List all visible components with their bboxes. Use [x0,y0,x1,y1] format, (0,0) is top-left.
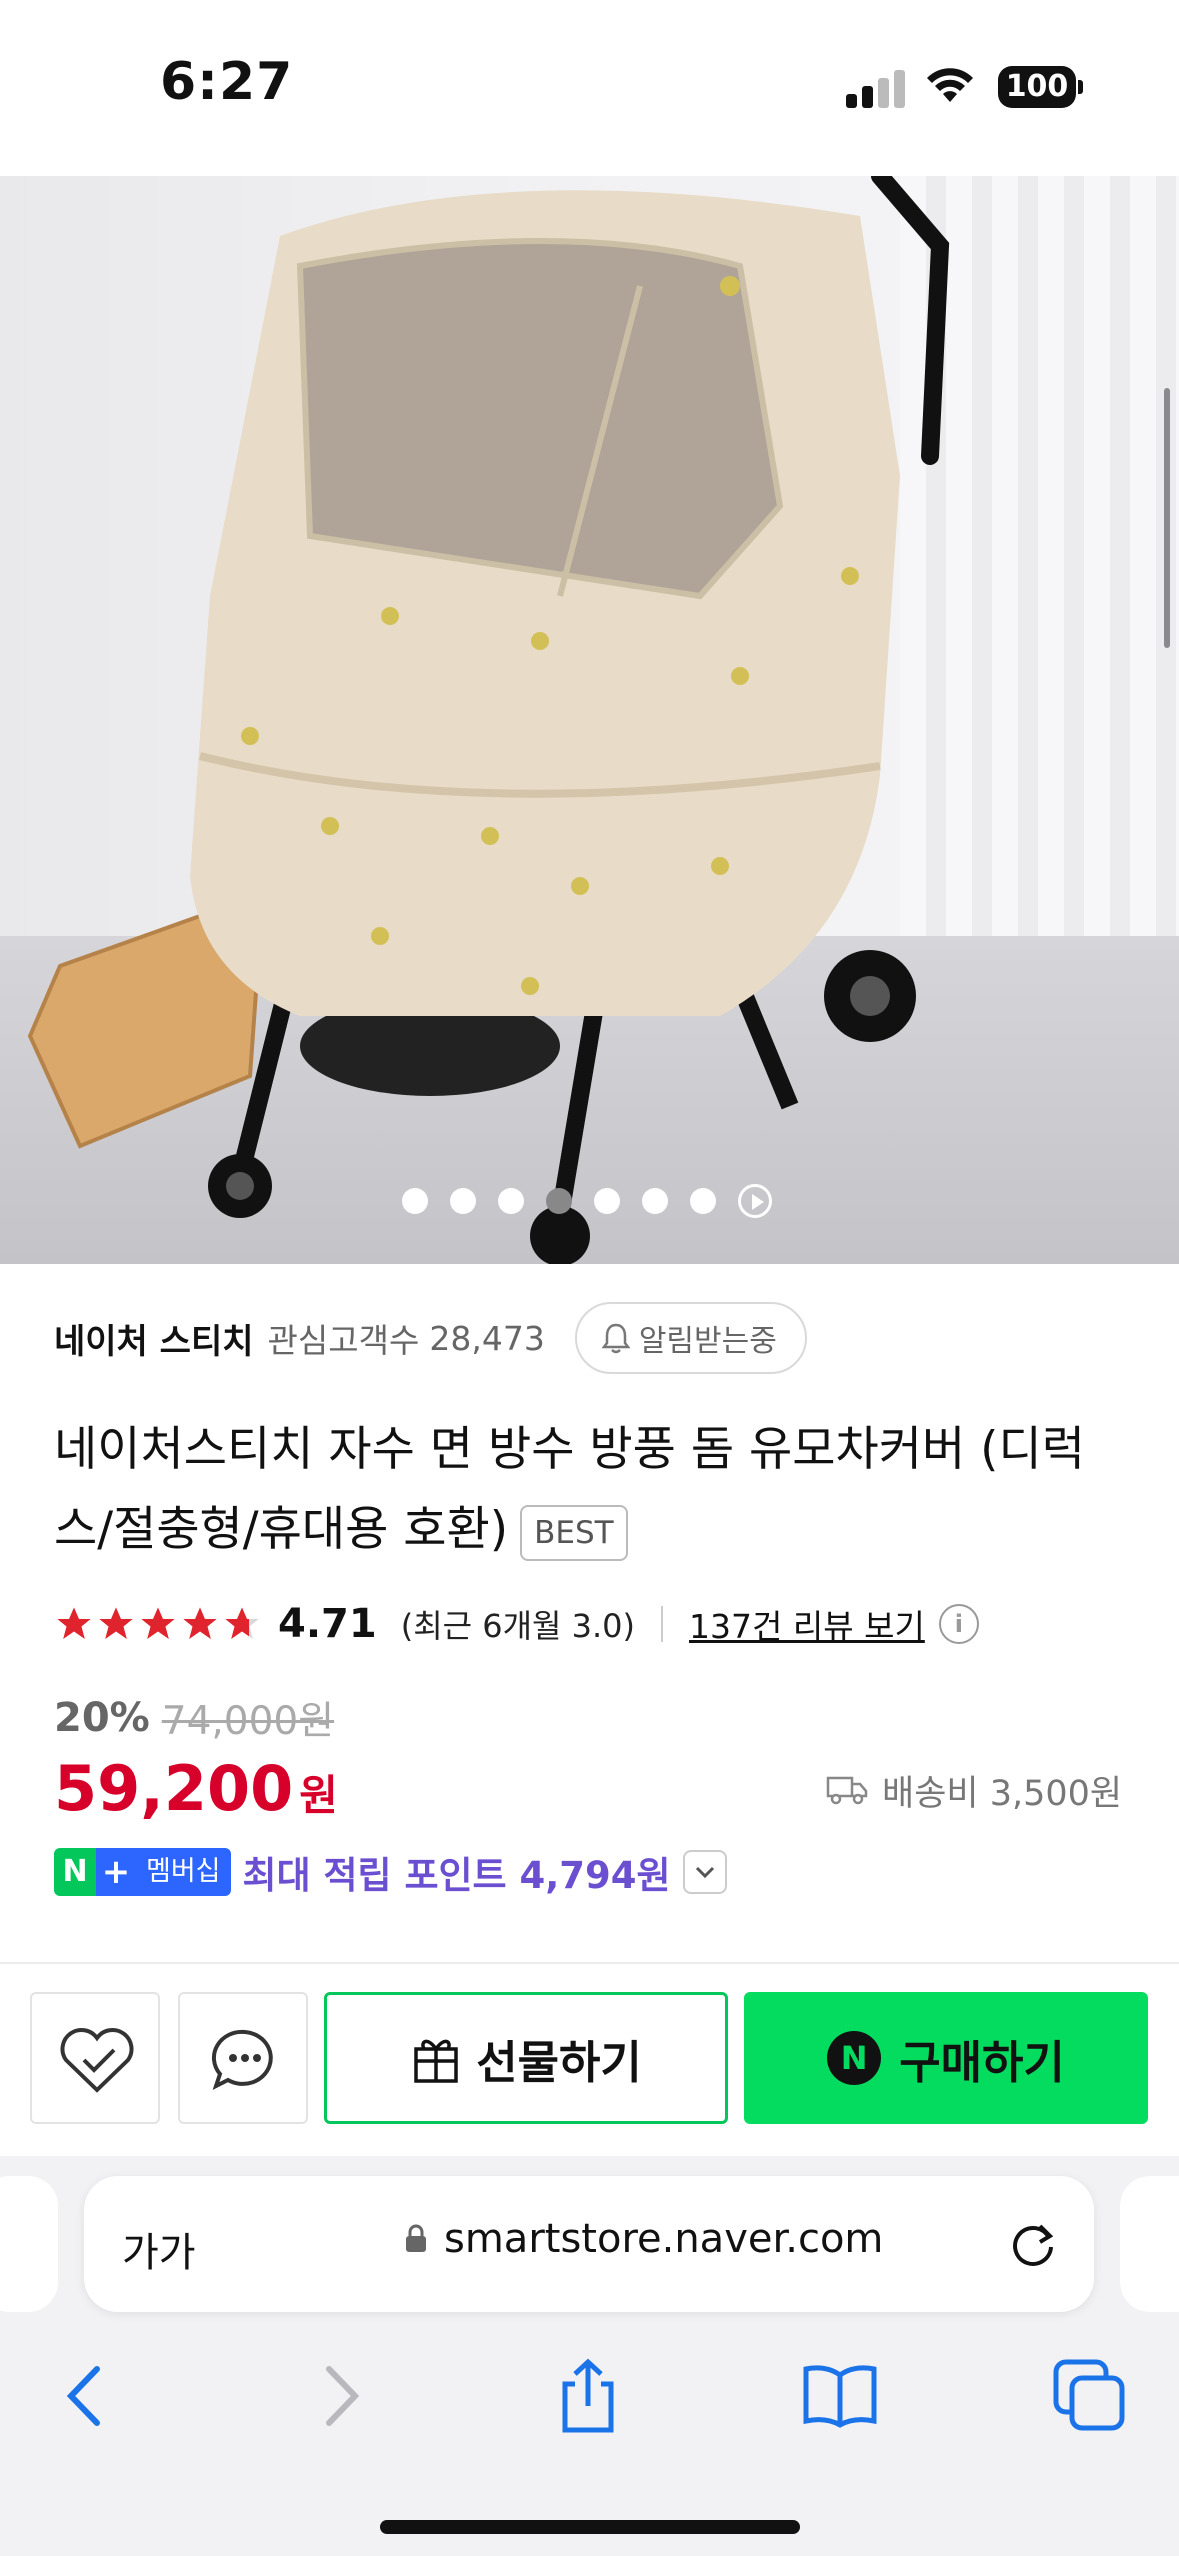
url-display[interactable]: smartstore.naver.com [404,2216,883,2262]
follower-count: 28,473 [429,1318,545,1358]
recent-rating: (최근 6개월 3.0) [400,1607,636,1645]
membership-label: 멤버십 [136,1848,231,1896]
star-icon [141,1607,175,1639]
shipping-label: 배송비 3,500원 [882,1773,1123,1814]
cellular-signal-icon [846,70,906,108]
text-size-button[interactable]: 가가 [122,2220,196,2278]
gallery-dot[interactable] [594,1188,620,1214]
forward-button[interactable] [290,2346,390,2446]
price-row: 59,200 원 [54,1752,338,1832]
next-tab-preview[interactable] [1120,2176,1179,2312]
back-button[interactable] [36,2346,136,2446]
previous-tab-preview[interactable] [0,2176,58,2312]
status-bar: 6:27 100 [0,0,1179,176]
points-row[interactable]: N + 멤버십 최대 적립 포인트 4,794원 [54,1844,727,1900]
page-scrollbar[interactable] [1164,388,1170,648]
product-image-gallery[interactable] [0,176,1179,1264]
chevron-down-icon[interactable] [682,1850,727,1894]
home-indicator[interactable] [380,2520,800,2534]
store-name[interactable]: 네이처 스티치 [54,1314,254,1363]
browser-toolbar: 가가 smartstore.naver.com [0,2156,1179,2556]
sale-price: 59,200 [54,1752,294,1825]
gallery-dot[interactable] [690,1188,716,1214]
gift-icon [414,2039,458,2083]
purchase-action-bar: 선물하기 N 구매하기 [0,1962,1179,2154]
heart-check-icon [60,2028,134,2093]
gallery-dot-active[interactable] [546,1188,572,1214]
rating-score: 4.71 [278,1601,377,1647]
wishlist-button[interactable] [30,1992,160,2124]
star-rating [54,1604,262,1644]
best-badge: BEST [520,1504,628,1561]
store-info-row: 네이처 스티치 관심고객수 28,473 알림받는중 [54,1300,807,1376]
address-bar[interactable]: 가가 smartstore.naver.com [84,2176,1094,2312]
battery-icon: 100 [998,66,1076,108]
buy-button[interactable]: N 구매하기 [744,1992,1148,2124]
follower-label: 관심고객수 [267,1321,420,1360]
bookmarks-button[interactable] [790,2346,890,2446]
play-video-icon[interactable] [738,1184,772,1218]
naver-membership-badge: N + 멤버십 [54,1848,231,1896]
battery-tip [1078,80,1083,94]
original-price: 74,000원 [161,1699,335,1744]
discount-rate: 20% [54,1695,150,1741]
browser-nav-row [0,2346,1179,2446]
stroller-illustration [27,176,950,1264]
divider [661,1606,664,1642]
url-text: smartstore.naver.com [444,2216,884,2262]
buy-label: 구매하기 [899,2035,1065,2089]
chevron-left-icon [66,2366,100,2426]
naver-n-logo: N [54,1848,96,1896]
review-link[interactable]: 137건 리뷰 보기 [689,1600,925,1648]
gallery-pagination[interactable] [402,1184,772,1218]
star-icon [57,1607,91,1639]
info-icon[interactable]: i [938,1604,979,1644]
shipping-fee: 배송비 3,500원 [826,1762,1122,1818]
gallery-dot[interactable] [498,1188,524,1214]
gallery-dot[interactable] [450,1188,476,1214]
plus-logo: + [96,1848,136,1896]
gallery-dot[interactable] [402,1188,428,1214]
chat-button[interactable] [178,1992,308,2124]
chat-bubble-icon [211,2029,273,2090]
gift-label: 선물하기 [476,2035,642,2089]
chevron-right-icon [326,2366,360,2426]
discount-row: 20% 74,000원 [54,1690,334,1746]
delivery-truck-icon [826,1776,868,1805]
gallery-dot[interactable] [642,1188,668,1214]
naver-pay-icon: N [827,2031,882,2085]
star-icon [183,1607,217,1639]
notify-label: 알림받는중 [638,1324,777,1359]
status-time: 6:27 [160,52,294,112]
book-icon [803,2365,877,2428]
tabs-button[interactable] [1040,2346,1140,2446]
star-half-icon [225,1607,259,1639]
share-button[interactable] [538,2346,638,2446]
gift-button[interactable]: 선물하기 [324,1992,728,2124]
max-points: 최대 적립 포인트 4,794원 [242,1854,671,1897]
wifi-icon [927,68,973,102]
currency-unit: 원 [299,1771,338,1820]
reload-icon[interactable] [1004,2214,1062,2272]
product-title: 네이처스티치 자수 면 방수 방풍 돔 유모차커버 (디럭스/절충형/휴대용 호… [54,1410,1124,1570]
rating-row: 4.71 (최근 6개월 3.0) 137건 리뷰 보기 i [54,1592,979,1656]
lock-icon [406,2224,426,2252]
bell-icon [601,1323,631,1354]
share-icon [562,2358,614,2433]
tabs-icon [1053,2359,1125,2431]
star-icon [99,1607,133,1639]
notification-toggle-button[interactable]: 알림받는중 [574,1302,807,1374]
